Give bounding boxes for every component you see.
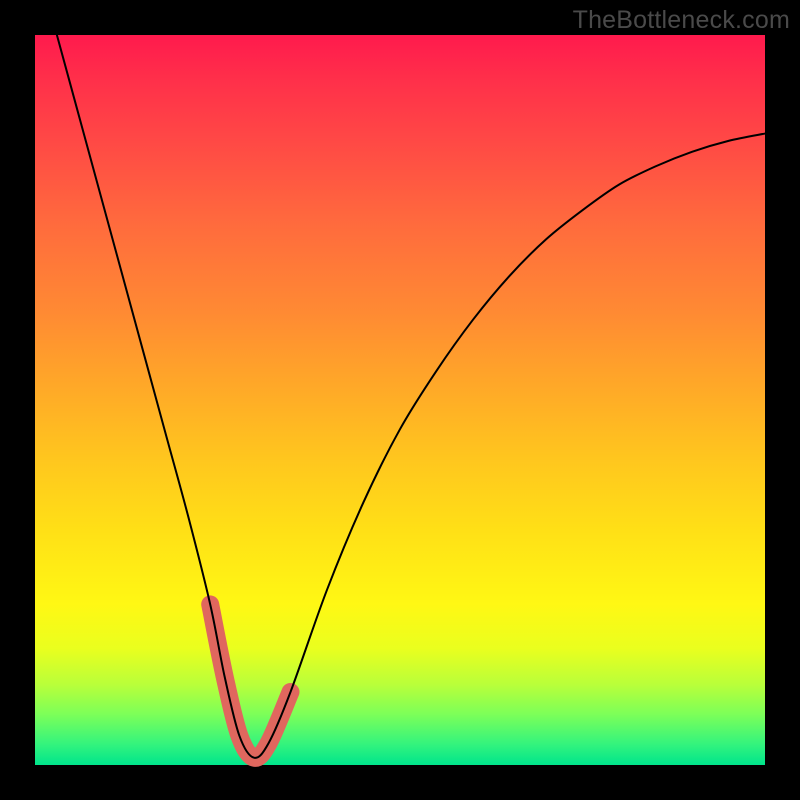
chart-frame: TheBottleneck.com	[0, 0, 800, 800]
curve-layer	[35, 35, 765, 765]
bottleneck-curve	[57, 35, 765, 758]
bottleneck-highlight	[210, 604, 290, 757]
watermark-text: TheBottleneck.com	[573, 6, 790, 35]
